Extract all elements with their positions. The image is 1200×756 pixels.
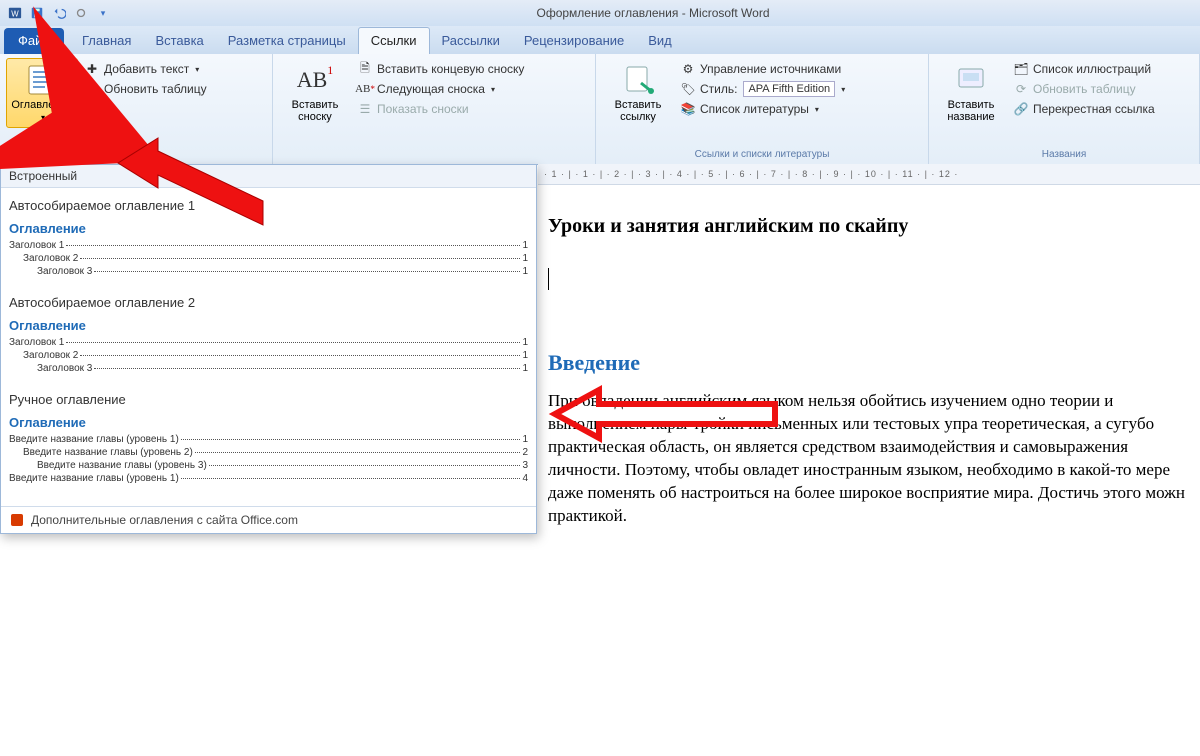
redo-icon[interactable] [72,4,90,22]
app-window: W ▾ Оформление оглавления - Microsoft Wo… [0,0,1200,756]
annotation-arrow-doc [555,386,785,449]
tab-review[interactable]: Рецензирование [512,28,636,54]
toc-preview-line: Введите название главы (уровень 1)4 [9,473,528,484]
toc-preview: Оглавление Введите название главы (уровен… [9,415,528,484]
gallery-more-online[interactable]: Дополнительные оглавления с сайта Office… [1,506,536,533]
chevron-down-icon: ▾ [41,113,45,122]
insert-caption-button[interactable]: Вставить название [935,58,1007,128]
document-area: · 1 · | · 1 · | · 2 · | · 3 · | · 4 · | … [538,164,1200,756]
table-of-figures-button[interactable]: 🗂Список иллюстраций [1011,60,1157,78]
toc-preview-line: Заголовок 31 [9,363,528,374]
citation-style-selector[interactable]: 🏷Стиль:APA Fifth Edition▾ [678,80,847,98]
bibliography-icon: 📚 [680,101,696,117]
group-citations-label: Ссылки и списки литературы [602,147,922,160]
gallery-item[interactable]: Автособираемое оглавление 2 Оглавление Заг… [9,295,528,374]
tab-view[interactable]: Вид [636,28,684,54]
save-icon[interactable] [28,4,46,22]
word-icon: W [6,4,24,22]
cursor-line [548,268,1190,294]
toc-preview-line: Введите название главы (уровень 1)1 [9,434,528,445]
ribbon-tab-strip: Файл Главная Вставка Разметка страницы С… [0,26,1200,54]
toc-preview-line: Заголовок 21 [9,350,528,361]
tab-references[interactable]: Ссылки [358,27,430,54]
chevron-down-icon: ▾ [491,85,495,94]
refresh-icon: ⟳ [1013,81,1029,97]
doc-title: Уроки и занятия английским по скайпу [548,215,1190,238]
add-text-icon: ✚ [84,61,100,77]
caption-icon [954,63,988,97]
tab-mailings[interactable]: Рассылки [430,28,512,54]
refresh-icon: ⟳ [84,81,100,97]
document-page[interactable]: Уроки и занятия английским по скайпу Вве… [538,185,1200,538]
gallery-item-title: Автособираемое оглавление 2 [9,295,528,310]
file-tab[interactable]: Файл [4,28,64,54]
tab-home[interactable]: Главная [70,28,143,54]
doc-heading: Введение [548,350,1190,376]
horizontal-ruler[interactable]: · 1 · | · 1 · | · 2 · | · 3 · | · 4 · | … [538,164,1200,185]
chevron-down-icon: ▾ [841,85,845,94]
gallery-item-title: Ручное оглавление [9,392,528,407]
text-caret [548,268,549,290]
qat-more-icon[interactable]: ▾ [94,4,112,22]
window-title: Оформление оглавления - Microsoft Word [112,6,1194,20]
gallery-item[interactable]: Ручное оглавление Оглавление Введите назва… [9,392,528,484]
show-notes-icon: ☰ [357,101,373,117]
toc-preview-line: Введите название главы (уровень 3)3 [9,460,528,471]
next-footnote-button[interactable]: AB*Следующая сноска▾ [355,80,526,98]
citation-icon [621,63,655,97]
toc-preview-line: Заголовок 11 [9,240,528,251]
undo-icon[interactable] [50,4,68,22]
group-citations: Вставить ссылку ⚙Управление источниками … [596,54,929,164]
tab-insert[interactable]: Вставка [143,28,215,54]
office-icon [9,512,25,528]
update-toc-button[interactable]: ⟳Обновить таблицу [82,80,209,98]
group-captions: Вставить название 🗂Список иллюстраций ⟳О… [929,54,1200,164]
group-captions-label: Названия [935,147,1193,160]
endnote-icon: 🗎 [357,61,373,77]
toc-preview-heading: Оглавление [9,318,528,333]
tab-page-layout[interactable]: Разметка страницы [216,28,358,54]
insert-citation-button[interactable]: Вставить ссылку [602,58,674,128]
toc-preview-line: Введите название главы (уровень 2)2 [9,447,528,458]
manage-sources-icon: ⚙ [680,61,696,77]
cross-reference-button[interactable]: 🔗Перекрестная ссылка [1011,100,1157,118]
add-text-button[interactable]: ✚Добавить текст▾ [82,60,209,78]
toc-icon [25,63,59,97]
toc-preview-heading: Оглавление [9,415,528,430]
next-footnote-icon: AB* [357,81,373,97]
footnote-icon: AB1 [298,63,332,97]
group-footnotes: AB1 Вставить сноску 🗎Вставить концевую с… [273,54,596,164]
toc-preview-line: Заголовок 11 [9,337,528,348]
toc-preview-line: Заголовок 21 [9,253,528,264]
annotation-arrow-top-shape [108,128,278,241]
chevron-down-icon: ▾ [195,65,199,74]
bibliography-button[interactable]: 📚Список литературы▾ [678,100,847,118]
toc-button-label: Оглавление [11,99,72,111]
style-value[interactable]: APA Fifth Edition [743,81,835,97]
insert-endnote-button[interactable]: 🗎Вставить концевую сноску [355,60,526,78]
title-bar: W ▾ Оформление оглавления - Microsoft Wo… [0,0,1200,26]
chevron-down-icon: ▾ [815,105,819,114]
toc-button[interactable]: Оглавление ▾ [6,58,78,128]
svg-text:W: W [11,10,19,19]
update-figures-button[interactable]: ⟳Обновить таблицу [1011,80,1157,98]
toc-preview: Оглавление Заголовок 11 Заголовок 21 Заголо… [9,318,528,374]
insert-footnote-button[interactable]: AB1 Вставить сноску [279,58,351,128]
crossref-icon: 🔗 [1013,101,1029,117]
show-footnotes-button[interactable]: ☰Показать сноски [355,100,526,118]
style-icon: 🏷 [680,81,696,97]
manage-sources-button[interactable]: ⚙Управление источниками [678,60,847,78]
quick-access-toolbar: W ▾ [6,4,112,22]
list-figures-icon: 🗂 [1013,61,1029,77]
toc-preview-line: Заголовок 31 [9,266,528,277]
